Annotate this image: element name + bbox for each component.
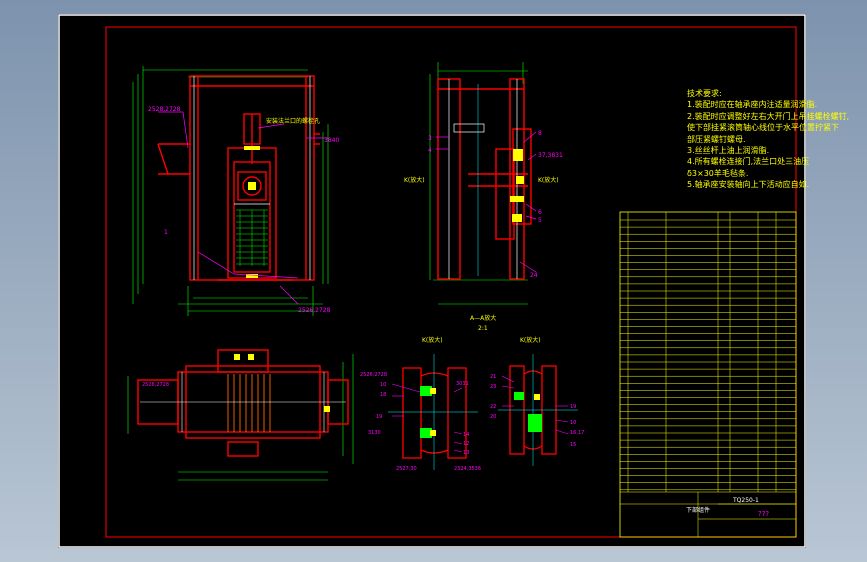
dl-label-9: 13 <box>463 450 469 456</box>
detail-left-title: K(放大) <box>422 336 443 344</box>
dr-label-5: 19 <box>570 404 576 410</box>
side-k-label-right: K(放大) <box>538 176 559 184</box>
section-scale: 2:1 <box>478 325 488 332</box>
plan-view: 2526,2728 <box>127 349 354 481</box>
side-label-7: 24 <box>530 272 538 279</box>
dr-label-4: 20 <box>490 414 496 420</box>
side-label-1: 3 <box>428 135 432 142</box>
section-details: A—A放大 2:1 K(放大) K(放大) 2526,2728 10 18 30… <box>360 314 584 472</box>
dl-label-3: 18 <box>380 392 386 398</box>
front-label-a: 2528,2728 <box>148 106 181 113</box>
technical-notes: 技术要求: 1.装配时应在轴承座内注适量润滑脂. 2.装配时应调整好左右大开门上… <box>687 88 862 191</box>
dr-label-7: 16,17 <box>570 430 584 436</box>
dl-label-5: 19 <box>376 414 382 420</box>
dl-label-4: 3031 <box>456 381 469 387</box>
note-line: 3.丝丝杆上油上润滑脂. <box>687 146 770 156</box>
drawing-sheet: 2528,2728 1 2526,2728 安装法兰口的螺栓孔 3840 3 4… <box>58 14 849 548</box>
note-line: 1.装配时应在轴承座内注适量润滑脂. <box>687 100 818 110</box>
front-label-d: 安装法兰口的螺栓孔 <box>266 117 320 125</box>
side-k-label: K(放大) <box>404 176 425 184</box>
front-label-b: 1 <box>164 229 168 236</box>
dl-label-7: 14 <box>463 432 469 438</box>
dl-label-8: 12 <box>463 441 469 447</box>
dl-label-6: 3130 <box>368 430 381 436</box>
front-label-c: 2526,2728 <box>298 307 331 314</box>
dr-label-8: 15 <box>570 442 576 448</box>
section-title: A—A放大 <box>470 314 496 322</box>
plan-label-a: 2526,2728 <box>142 382 169 388</box>
note-line: 4.所有螺栓连接门,法兰口处三油压 <box>687 157 810 167</box>
drawing-number: TQ250-1 <box>732 497 759 504</box>
front-view: 2528,2728 1 2526,2728 安装法兰口的螺栓孔 3840 <box>132 66 339 316</box>
dr-label-2: 23 <box>490 384 496 390</box>
side-label-5: 6 <box>538 209 542 216</box>
front-label-e: 3840 <box>324 137 339 144</box>
drawing-name: 下部组件 <box>686 506 710 514</box>
dl-label-11: 2324,3536 <box>454 466 481 472</box>
side-label-4: 37,3831 <box>538 152 563 159</box>
note-line: δ3×30羊毛毡条. <box>687 168 749 178</box>
note-line: 部压紧螺钉螺母. <box>687 134 746 144</box>
dr-label-3: 22 <box>490 404 496 410</box>
drawing-ref: ??? <box>758 510 769 518</box>
note-line: 使下部挂紧滚筒轴心线位于水平位置拧紧下 <box>687 123 839 133</box>
parts-list: TQ250-1 下部组件 ??? <box>619 211 797 538</box>
dl-label-1: 2526,2728 <box>360 372 387 378</box>
dr-label-1: 21 <box>490 374 496 380</box>
side-label-6: 5 <box>538 217 542 224</box>
side-label-3: 8 <box>538 130 542 137</box>
side-view: 3 4 8 37,3831 6 5 24 K(放大) K(放大) <box>404 62 563 305</box>
note-line: 2.装配时应调整好左右大开门上吊挂螺栓螺钉, <box>687 111 850 121</box>
dr-label-6: 10 <box>570 420 576 426</box>
notes-title: 技术要求: <box>687 89 722 98</box>
note-line: 5.轴承座安装轴向上下活动应自如. <box>687 180 810 190</box>
dl-label-2: 10 <box>380 382 386 388</box>
detail-right-title: K(放大) <box>520 336 541 344</box>
side-label-2: 4 <box>428 147 432 154</box>
dl-label-10: 2527,30 <box>396 466 417 472</box>
